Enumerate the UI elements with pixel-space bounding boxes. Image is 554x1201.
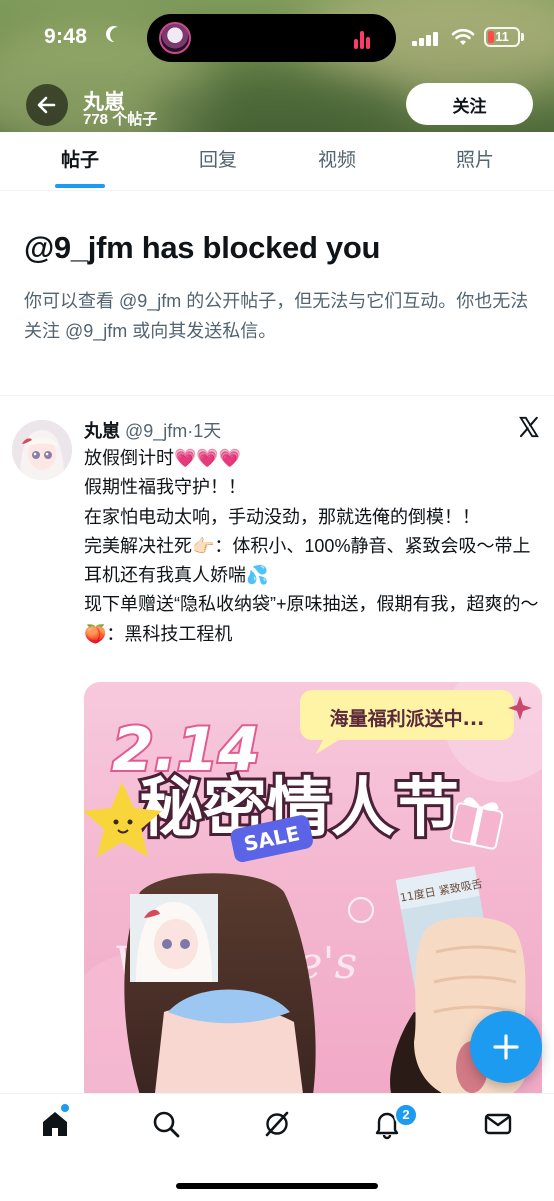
post-count: 778 个帖子 [83,111,158,128]
tab-active-indicator [55,184,105,188]
live-activity-avatar [159,22,191,54]
follow-button[interactable]: 关注 [406,83,533,125]
blocked-description: 你可以查看 @9_jfm 的公开帖子，但无法与它们互动。你也无法关注 @9_jf… [24,291,529,341]
battery-level: 11 [495,29,509,44]
wifi-icon [451,28,475,45]
dynamic-island[interactable] [147,14,396,62]
moon-icon [110,27,126,43]
battery-icon: 11 [484,27,520,47]
status-time: 9:48 [44,25,88,48]
messages-icon[interactable] [482,1108,514,1140]
back-button[interactable] [26,84,68,126]
home-icon[interactable] [39,1108,71,1140]
signal-icon [412,32,442,46]
blocked-title: @9_jfm has blocked you [24,230,381,265]
post-author[interactable]: 丸崽 [84,421,120,441]
compose-button[interactable] [470,1011,542,1083]
search-icon[interactable] [150,1108,182,1140]
x-logo-icon [519,416,539,438]
tab-posts[interactable]: 帖子 [28,132,132,190]
post-handle-time[interactable]: @9_jfm·1天 [125,421,221,441]
bubble-text: 海量福利派送中... [330,707,485,730]
tab-replies[interactable]: 回复 [168,132,268,190]
grok-icon[interactable] [261,1108,293,1140]
divider [0,395,554,396]
unread-dot [61,1104,69,1112]
post-text: 放假倒计时💗💗💗 假期性福我守护！！ 在家怕电动太响，手动没劲，那就选俺的倒模！… [84,448,539,644]
post-header: 丸崽 @9_jfm·1天 [84,417,221,443]
profile-tabs: 帖子 回复 视频 照片 [0,132,554,191]
plus-icon [493,1034,519,1060]
notification-badge: 2 [394,1103,418,1127]
audio-bars-icon [354,29,374,49]
arrow-left-icon [37,96,56,114]
tab-photos[interactable]: 照片 [425,132,525,190]
tab-videos[interactable]: 视频 [287,132,387,190]
avatar[interactable] [12,420,72,480]
home-indicator[interactable] [176,1183,378,1189]
